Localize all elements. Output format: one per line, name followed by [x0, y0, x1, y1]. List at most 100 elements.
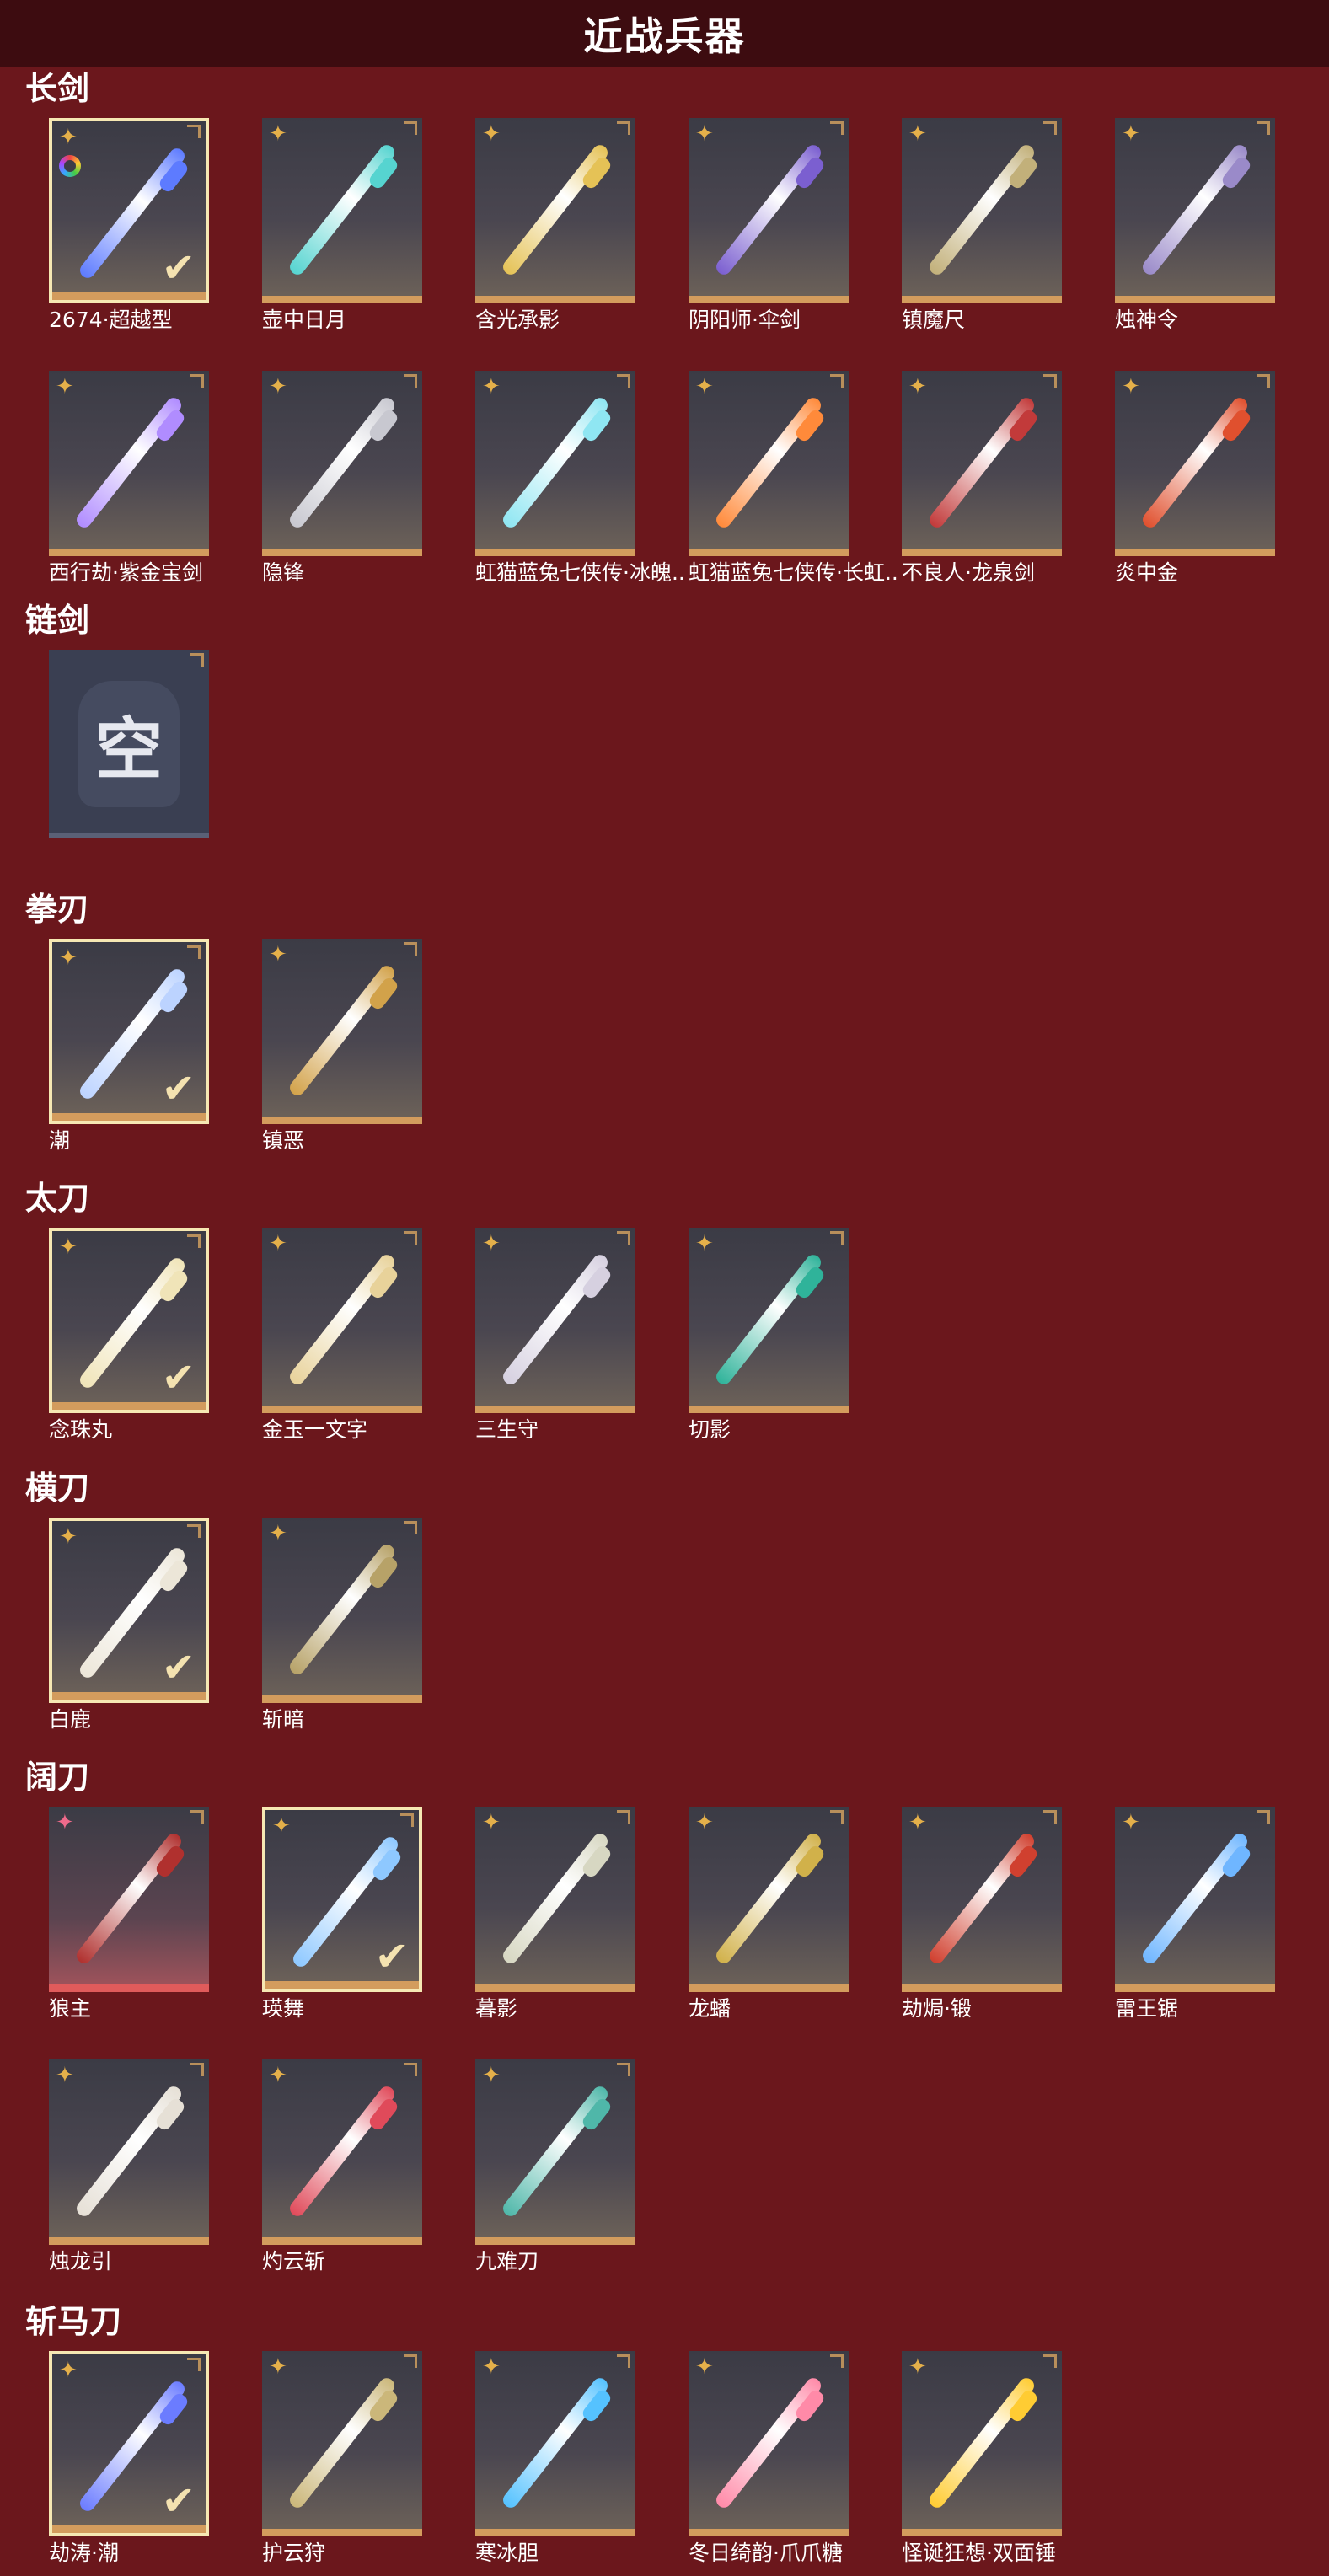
- corner-bracket-icon: [617, 2354, 630, 2368]
- weapon-name: 阴阳师·伞剑: [689, 308, 801, 332]
- weapon-card[interactable]: ✦ ✔: [49, 1228, 209, 1413]
- corner-bracket-icon: [617, 2063, 630, 2076]
- weapon-card[interactable]: ✦: [1115, 371, 1275, 556]
- quality-star-icon: ✦: [269, 1521, 287, 1546]
- weapon-name: 白鹿: [49, 1707, 92, 1732]
- corner-bracket-icon: [187, 1234, 201, 1248]
- weapon-card[interactable]: ✦: [1115, 118, 1275, 303]
- weapon-name: 劫焗·锻: [902, 1996, 972, 2021]
- category-label: 横刀: [25, 1470, 90, 1507]
- weapon-card[interactable]: ✦: [49, 2059, 209, 2245]
- quality-star-icon: ✦: [908, 1810, 927, 1835]
- weapon-name: 烛神令: [1115, 308, 1179, 332]
- weapon-card[interactable]: ✦ ✔: [49, 118, 209, 303]
- quality-star-icon: ✦: [482, 374, 501, 399]
- corner-bracket-icon: [404, 1231, 417, 1245]
- corner-bracket-icon: [830, 1231, 844, 1245]
- weapon-card[interactable]: ✦ ✔: [262, 1807, 422, 1992]
- quality-star-icon: ✦: [695, 1810, 714, 1835]
- equipped-check-icon: ✔: [161, 244, 196, 292]
- corner-bracket-icon: [617, 374, 630, 388]
- quality-star-icon: ✦: [695, 121, 714, 147]
- weapon-name: 雷王锯: [1115, 1996, 1179, 2021]
- quality-star-icon: ✦: [59, 125, 78, 150]
- weapon-card[interactable]: ✦: [475, 118, 635, 303]
- weapon-card[interactable]: ✦ ✔: [49, 939, 209, 1124]
- weapon-card[interactable]: ✦: [262, 371, 422, 556]
- weapon-card[interactable]: ✦: [262, 1518, 422, 1703]
- weapon-card[interactable]: ✦ ✔: [49, 2351, 209, 2536]
- weapon-card[interactable]: ✦: [902, 371, 1062, 556]
- weapon-card[interactable]: ✦: [689, 118, 849, 303]
- quality-star-icon: ✦: [695, 374, 714, 399]
- weapon-card[interactable]: ✦: [689, 371, 849, 556]
- weapon-card[interactable]: ✦: [49, 1807, 209, 1992]
- weapon-name: 壶中日月: [262, 308, 347, 332]
- empty-weapon-slot[interactable]: 空: [49, 650, 209, 838]
- weapon-name: 狼主: [49, 1996, 92, 2021]
- weapon-card[interactable]: ✦: [475, 2351, 635, 2536]
- weapon-card[interactable]: ✦: [1115, 1807, 1275, 1992]
- corner-bracket-icon: [830, 121, 844, 135]
- quality-star-icon: ✦: [695, 1231, 714, 1256]
- corner-bracket-icon: [1043, 2354, 1057, 2368]
- corner-bracket-icon: [404, 1521, 417, 1534]
- quality-star-icon: ✦: [59, 945, 78, 971]
- equipped-check-icon: ✔: [374, 1933, 409, 1980]
- weapon-name: 怪诞狂想·双面锤: [902, 2541, 1056, 2565]
- weapon-card[interactable]: ✦: [475, 1807, 635, 1992]
- quality-star-icon: ✦: [482, 2354, 501, 2380]
- corner-bracket-icon: [1257, 1810, 1270, 1824]
- weapon-card[interactable]: ✦: [689, 1807, 849, 1992]
- category-label: 长剑: [25, 70, 90, 107]
- weapon-name: 烛龙引: [49, 2249, 113, 2273]
- weapon-card[interactable]: ✦ ✔: [49, 1518, 209, 1703]
- equipped-check-icon: ✔: [161, 1644, 196, 1691]
- weapon-name: 西行劫·紫金宝剑: [49, 560, 203, 585]
- weapon-card[interactable]: ✦: [475, 2059, 635, 2245]
- weapon-name: 潮: [49, 1128, 71, 1153]
- weapon-name: 含光承影: [475, 308, 560, 332]
- weapon-name: 2674·超越型: [49, 308, 173, 332]
- weapon-card[interactable]: ✦: [262, 118, 422, 303]
- category-label: 太刀: [25, 1180, 90, 1217]
- equipped-check-icon: ✔: [161, 1065, 196, 1112]
- weapon-name: 不良人·龙泉剑: [902, 560, 1035, 585]
- corner-bracket-icon: [617, 121, 630, 135]
- empty-slot-icon: 空: [49, 650, 209, 838]
- corner-bracket-icon: [190, 1810, 204, 1824]
- page-title: 近战兵器: [583, 13, 746, 59]
- quality-star-icon: ✦: [269, 121, 287, 147]
- quality-star-icon: ✦: [482, 1231, 501, 1256]
- weapon-card[interactable]: ✦: [475, 1228, 635, 1413]
- weapon-card[interactable]: ✦: [902, 118, 1062, 303]
- weapon-card[interactable]: ✦: [689, 2351, 849, 2536]
- weapon-card[interactable]: ✦: [475, 371, 635, 556]
- weapon-card[interactable]: ✦: [902, 1807, 1062, 1992]
- corner-bracket-icon: [187, 1524, 201, 1538]
- corner-bracket-icon: [404, 121, 417, 135]
- weapon-name: 瑛舞: [262, 1996, 305, 2021]
- weapon-card[interactable]: ✦: [49, 371, 209, 556]
- weapon-card[interactable]: ✦: [262, 939, 422, 1124]
- quality-star-icon: ✦: [1122, 1810, 1140, 1835]
- corner-bracket-icon: [404, 2354, 417, 2368]
- weapon-card[interactable]: ✦: [262, 1228, 422, 1413]
- equipped-check-icon: ✔: [161, 1354, 196, 1401]
- corner-bracket-icon: [830, 2354, 844, 2368]
- quality-star-icon: ✦: [59, 1234, 78, 1260]
- category-label: 链剑: [25, 602, 90, 639]
- corner-bracket-icon: [190, 2063, 204, 2076]
- equipped-check-icon: ✔: [161, 2477, 196, 2525]
- weapon-card[interactable]: ✦: [689, 1228, 849, 1413]
- quality-star-icon: ✦: [59, 1524, 78, 1550]
- weapon-name: 灼云斩: [262, 2249, 326, 2273]
- quality-star-icon: ✦: [482, 1810, 501, 1835]
- weapon-card[interactable]: ✦: [902, 2351, 1062, 2536]
- quality-star-icon: ✦: [695, 2354, 714, 2380]
- weapon-card[interactable]: ✦: [262, 2351, 422, 2536]
- quality-star-icon: ✦: [56, 2063, 74, 2088]
- category-label: 拳刃: [25, 891, 90, 928]
- weapon-name: 金玉一文字: [262, 1417, 368, 1442]
- weapon-card[interactable]: ✦: [262, 2059, 422, 2245]
